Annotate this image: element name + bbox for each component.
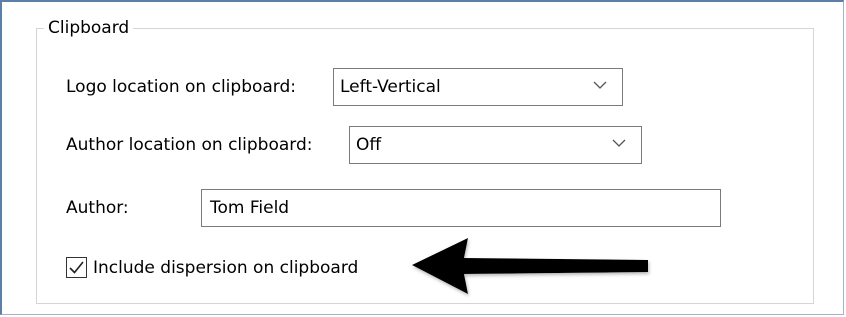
include-dispersion-label: Include dispersion on clipboard <box>93 258 359 278</box>
author-location-label: Author location on clipboard: <box>66 135 313 155</box>
author-label: Author: <box>66 198 129 218</box>
chevron-down-icon <box>593 81 607 89</box>
chevron-down-icon <box>612 139 626 147</box>
logo-location-dropdown[interactable]: Left-Vertical <box>333 68 623 106</box>
logo-location-label: Logo location on clipboard: <box>66 77 297 97</box>
logo-location-value: Left-Vertical <box>340 77 441 97</box>
checkmark-icon <box>69 261 84 274</box>
clipboard-group-title: Clipboard <box>44 17 134 39</box>
author-input-value: Tom Field <box>210 198 290 218</box>
include-dispersion-checkbox[interactable] <box>66 257 87 278</box>
author-input[interactable]: Tom Field <box>201 189 721 227</box>
author-location-value: Off <box>356 135 382 155</box>
arrow-left-icon <box>412 238 648 294</box>
author-location-dropdown[interactable]: Off <box>349 126 642 164</box>
